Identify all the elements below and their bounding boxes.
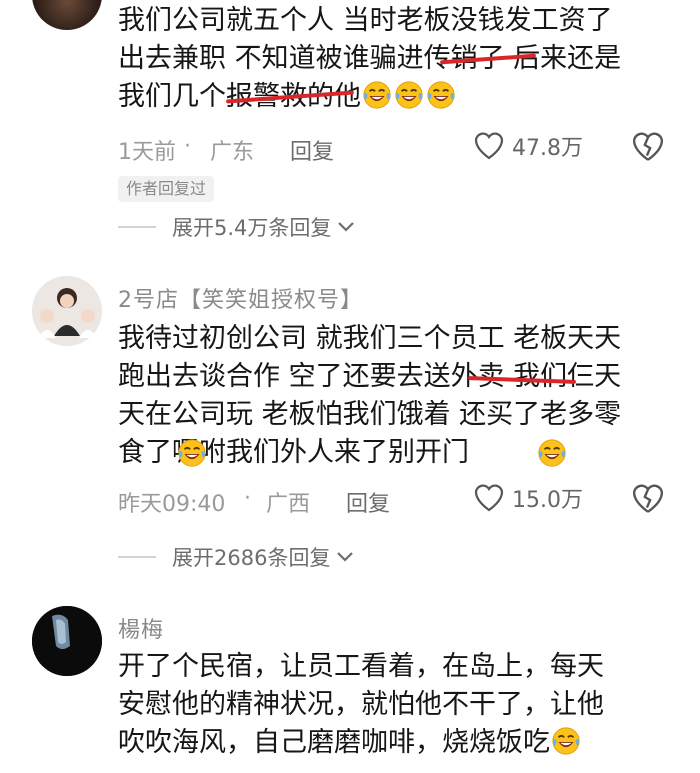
- comment-line: 开了个民宿，让员工看着，在岛上，每天: [118, 651, 604, 682]
- comment-line: 天在公司玩 老板怕我们饿着 还买了老多零: [118, 399, 622, 430]
- expand-replies-label: 展开5.4万条回复: [172, 216, 332, 240]
- reply-button[interactable]: 回复: [346, 486, 390, 518]
- comment-location: 广西: [266, 492, 311, 517]
- comment-line: 我们几个报警救的他: [118, 78, 678, 116]
- expand-replies-button[interactable]: 展开2686条回复: [118, 542, 354, 572]
- comment-line-text: 出去兼职 不知道被谁骗进传销了 后来还是: [118, 43, 622, 74]
- comment-meta: 昨天09:40 · 广西 回复: [118, 486, 678, 520]
- rofl-emoji-icon: [537, 438, 567, 468]
- author-replied-badge: 作者回复过: [118, 176, 215, 202]
- commenter-name[interactable]: 2号店【笑笑姐授权号】: [118, 282, 363, 314]
- broken-heart-icon[interactable]: [632, 484, 664, 514]
- comment-time: 昨天09:40: [118, 492, 226, 517]
- separator-dot: ·: [244, 486, 251, 511]
- comment-time: 1天前: [118, 140, 176, 165]
- like-count: 15.0万: [512, 488, 583, 513]
- like-button[interactable]: 15.0万: [474, 482, 583, 514]
- heart-icon: [474, 484, 504, 512]
- comment-line: 安慰他的精神状况，就怕他不干了，让他: [118, 689, 604, 720]
- divider: [118, 226, 156, 228]
- avatar[interactable]: [32, 606, 102, 676]
- expand-replies-label: 展开2686条回复: [172, 546, 331, 570]
- rofl-emoji-icon: [394, 80, 424, 110]
- comment-meta: 1天前 · 广东 回复: [118, 134, 678, 168]
- avatar[interactable]: [32, 0, 102, 30]
- rofl-emoji-icon: [362, 80, 392, 110]
- comment-line: 我们公司就五个人 当时老板没钱发工资了: [118, 5, 613, 36]
- reply-button[interactable]: 回复: [290, 134, 334, 166]
- comment-line: 我待过初创公司 就我们三个员工 老板天天: [118, 323, 622, 354]
- separator-dot: ·: [184, 134, 191, 159]
- comment-location: 广东: [210, 140, 255, 165]
- comment-text: 开了个民宿，让员工看着，在岛上，每天 安慰他的精神状况，就怕他不干了，让他 吹吹…: [118, 648, 678, 762]
- chevron-down-icon: [338, 222, 355, 232]
- comment-line: 跑出去谈合作 空了还要去送外卖 我们仨天: [118, 358, 678, 396]
- comment-line: 出去兼职 不知道被谁骗进传销了 后来还是: [118, 40, 678, 78]
- avatar[interactable]: [32, 276, 102, 346]
- expand-replies-button[interactable]: 展开5.4万条回复: [118, 212, 355, 242]
- heart-icon: [474, 132, 504, 160]
- avatar-image: [32, 606, 102, 676]
- like-count: 47.8万: [512, 136, 583, 161]
- divider: [118, 556, 156, 558]
- avatar-image: [32, 276, 102, 346]
- chevron-down-icon: [337, 552, 354, 562]
- rofl-emoji-icon: [426, 80, 456, 110]
- comment-text: 我们公司就五个人 当时老板没钱发工资了 出去兼职 不知道被谁骗进传销了 后来还是…: [118, 2, 678, 116]
- rofl-emoji-icon: [551, 726, 581, 756]
- like-button[interactable]: 47.8万: [474, 130, 583, 162]
- rofl-emoji-icon: [177, 438, 207, 468]
- commenter-name[interactable]: 楊梅: [118, 612, 164, 644]
- comment-line-text: 跑出去谈合作 空了还要去送外卖 我们仨天: [118, 361, 622, 392]
- comment-line-text: 吹吹海风，自己磨磨咖啡，烧烧饭吃: [118, 727, 550, 758]
- broken-heart-icon[interactable]: [632, 132, 664, 162]
- comment-line: 吹吹海风，自己磨磨咖啡，烧烧饭吃: [118, 724, 678, 762]
- comment-line-text: 食了嘱咐我们外人来了别开门: [118, 437, 469, 468]
